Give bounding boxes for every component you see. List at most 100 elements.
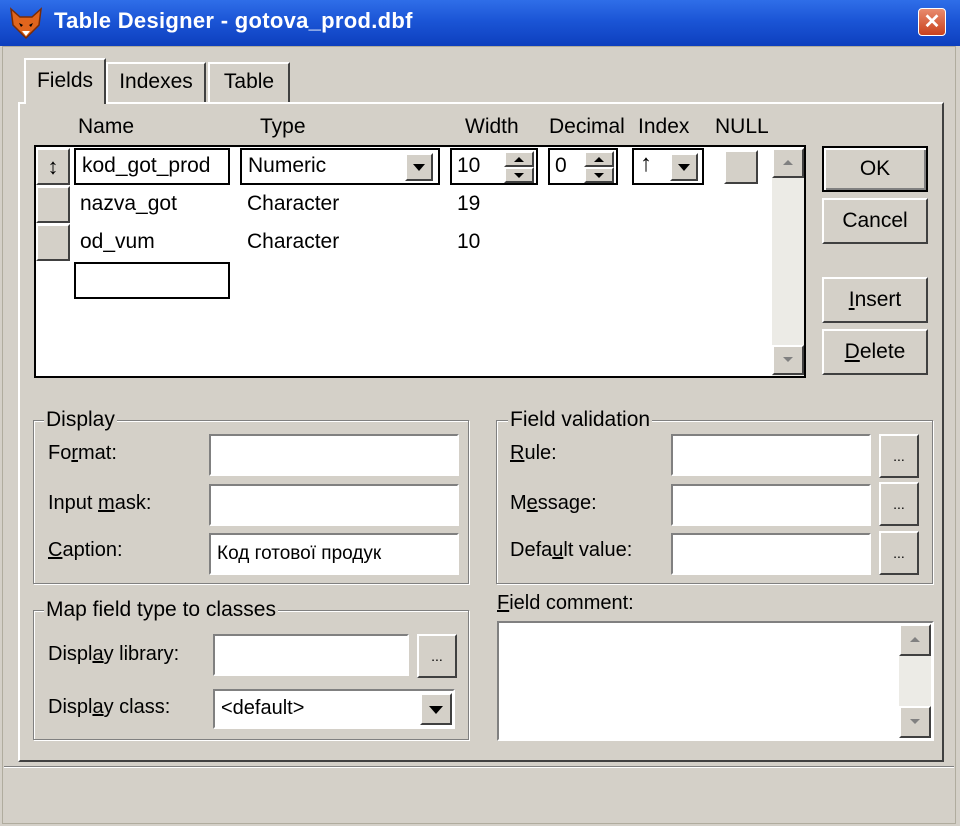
default-value-input[interactable] [671,533,871,575]
display-class-dropdown-button[interactable] [420,693,452,725]
comment-scroll-up-button[interactable] [899,624,931,656]
field-decimal-value: 0 [555,154,567,177]
field-type-dropdown-button[interactable] [405,153,433,181]
delete-label-key: D [844,340,860,363]
input-mask-label-pre: Input [48,492,99,514]
insert-button[interactable]: Insert [822,277,928,323]
message-label-post: ssage: [537,492,597,514]
format-label-pre: Fo [48,442,72,464]
rule-label: Rule: [510,442,557,465]
display-class-label-pre: Displ [48,696,93,718]
column-header-name: Name [78,115,135,138]
field-name-cell[interactable]: od_vum [80,230,155,254]
field-width-cell[interactable]: 10 [457,230,480,254]
ok-button[interactable]: OK [822,146,928,192]
chevron-down-icon [429,706,443,714]
column-header-decimal: Decimal [549,115,625,138]
display-class-label: Display class: [48,696,170,719]
message-builder-button[interactable]: ... [879,482,919,526]
row-selector-current[interactable]: ↕ [36,148,70,185]
grid-scrollbar[interactable] [772,148,804,376]
delete-button[interactable]: Delete [822,329,928,375]
tab-fields[interactable]: Fields [24,58,106,104]
field-name-cell[interactable]: nazva_got [80,192,177,216]
tab-indexes[interactable]: Indexes [106,62,206,102]
chevron-down-icon [514,173,524,178]
tab-table[interactable]: Table [208,62,290,102]
chevron-up-icon [910,637,920,642]
index-ascending-icon: ↑ [640,150,652,177]
caption-label-key: C [48,539,63,561]
field-width-cell[interactable]: 19 [457,192,480,216]
cancel-button[interactable]: Cancel [822,198,928,244]
input-mask-label-key: m [98,492,115,514]
close-button[interactable]: ✕ [918,8,946,36]
chevron-up-icon [594,157,604,162]
message-label: Message: [510,492,597,515]
row-selector[interactable] [36,224,70,261]
default-value-label: Default value: [510,539,632,562]
column-header-null: NULL [715,115,769,138]
field-type-cell[interactable]: Character [247,192,339,216]
field-name-input[interactable]: kod_got_prod [74,148,230,185]
input-mask-input[interactable] [209,484,459,526]
field-type-value: Numeric [248,154,327,177]
display-group-title: Display [44,408,117,432]
chevron-down-icon [910,719,920,724]
chevron-down-icon [783,357,793,362]
status-separator [4,766,954,768]
message-label-pre: M [510,492,527,514]
map-field-type-group-title: Map field type to classes [44,598,278,622]
chevron-down-icon [678,164,690,171]
width-spin-down[interactable] [504,167,534,183]
default-value-builder-button[interactable]: ... [879,531,919,575]
field-comment-label: Field comment: [497,592,634,615]
field-comment-label-post: ield comment: [509,592,634,614]
rule-label-post: ule: [524,442,557,464]
caption-label-post: aption: [62,539,123,561]
comment-scroll-down-button[interactable] [899,706,931,738]
chevron-up-icon [783,160,793,165]
chevron-down-icon [594,173,604,178]
input-mask-label: Input mask: [48,492,151,515]
rule-input[interactable] [671,434,871,476]
display-library-browse-button[interactable]: ... [417,634,457,678]
insert-label-post: nsert [854,288,902,311]
field-comment-textarea[interactable] [497,621,934,741]
new-field-name-input[interactable] [74,262,230,299]
display-class-label-post: y class: [103,696,171,718]
chevron-down-icon [413,164,425,171]
grid-scroll-up-button[interactable] [772,148,804,178]
message-label-key: e [526,492,538,514]
field-null-toggle[interactable] [724,150,758,184]
rule-builder-button[interactable]: ... [879,434,919,478]
default-value-label-pre: Defa [510,539,553,561]
field-comment-label-key: F [497,592,510,614]
caption-input[interactable]: Код готової продук [209,533,459,575]
display-library-label-pre: Displ [48,643,93,665]
width-spin-up[interactable] [504,151,534,167]
display-library-label: Display library: [48,643,179,666]
format-input[interactable] [209,434,459,476]
field-type-cell[interactable]: Character [247,230,339,254]
format-label: Format: [48,442,117,465]
rule-label-key: R [510,442,525,464]
decimal-spin-up[interactable] [584,151,614,167]
field-validation-group-title: Field validation [508,408,653,432]
display-library-label-post: y library: [103,643,180,665]
input-mask-label-post: ask: [114,492,152,514]
message-input[interactable] [671,484,871,526]
caption-label: Caption: [48,539,123,562]
column-header-type: Type [260,115,306,138]
field-index-dropdown-button[interactable] [670,153,698,181]
display-library-label-key: a [92,643,104,665]
grid-scroll-down-button[interactable] [772,345,804,375]
display-library-input[interactable] [213,634,409,676]
row-selector[interactable] [36,186,70,223]
window-title: Table Designer - gotova_prod.dbf [54,8,413,33]
default-value-label-post: lt value: [563,539,633,561]
decimal-spin-down[interactable] [584,167,614,183]
fox-icon [10,7,42,40]
column-header-index: Index [638,115,690,138]
display-class-label-key: a [92,696,104,718]
